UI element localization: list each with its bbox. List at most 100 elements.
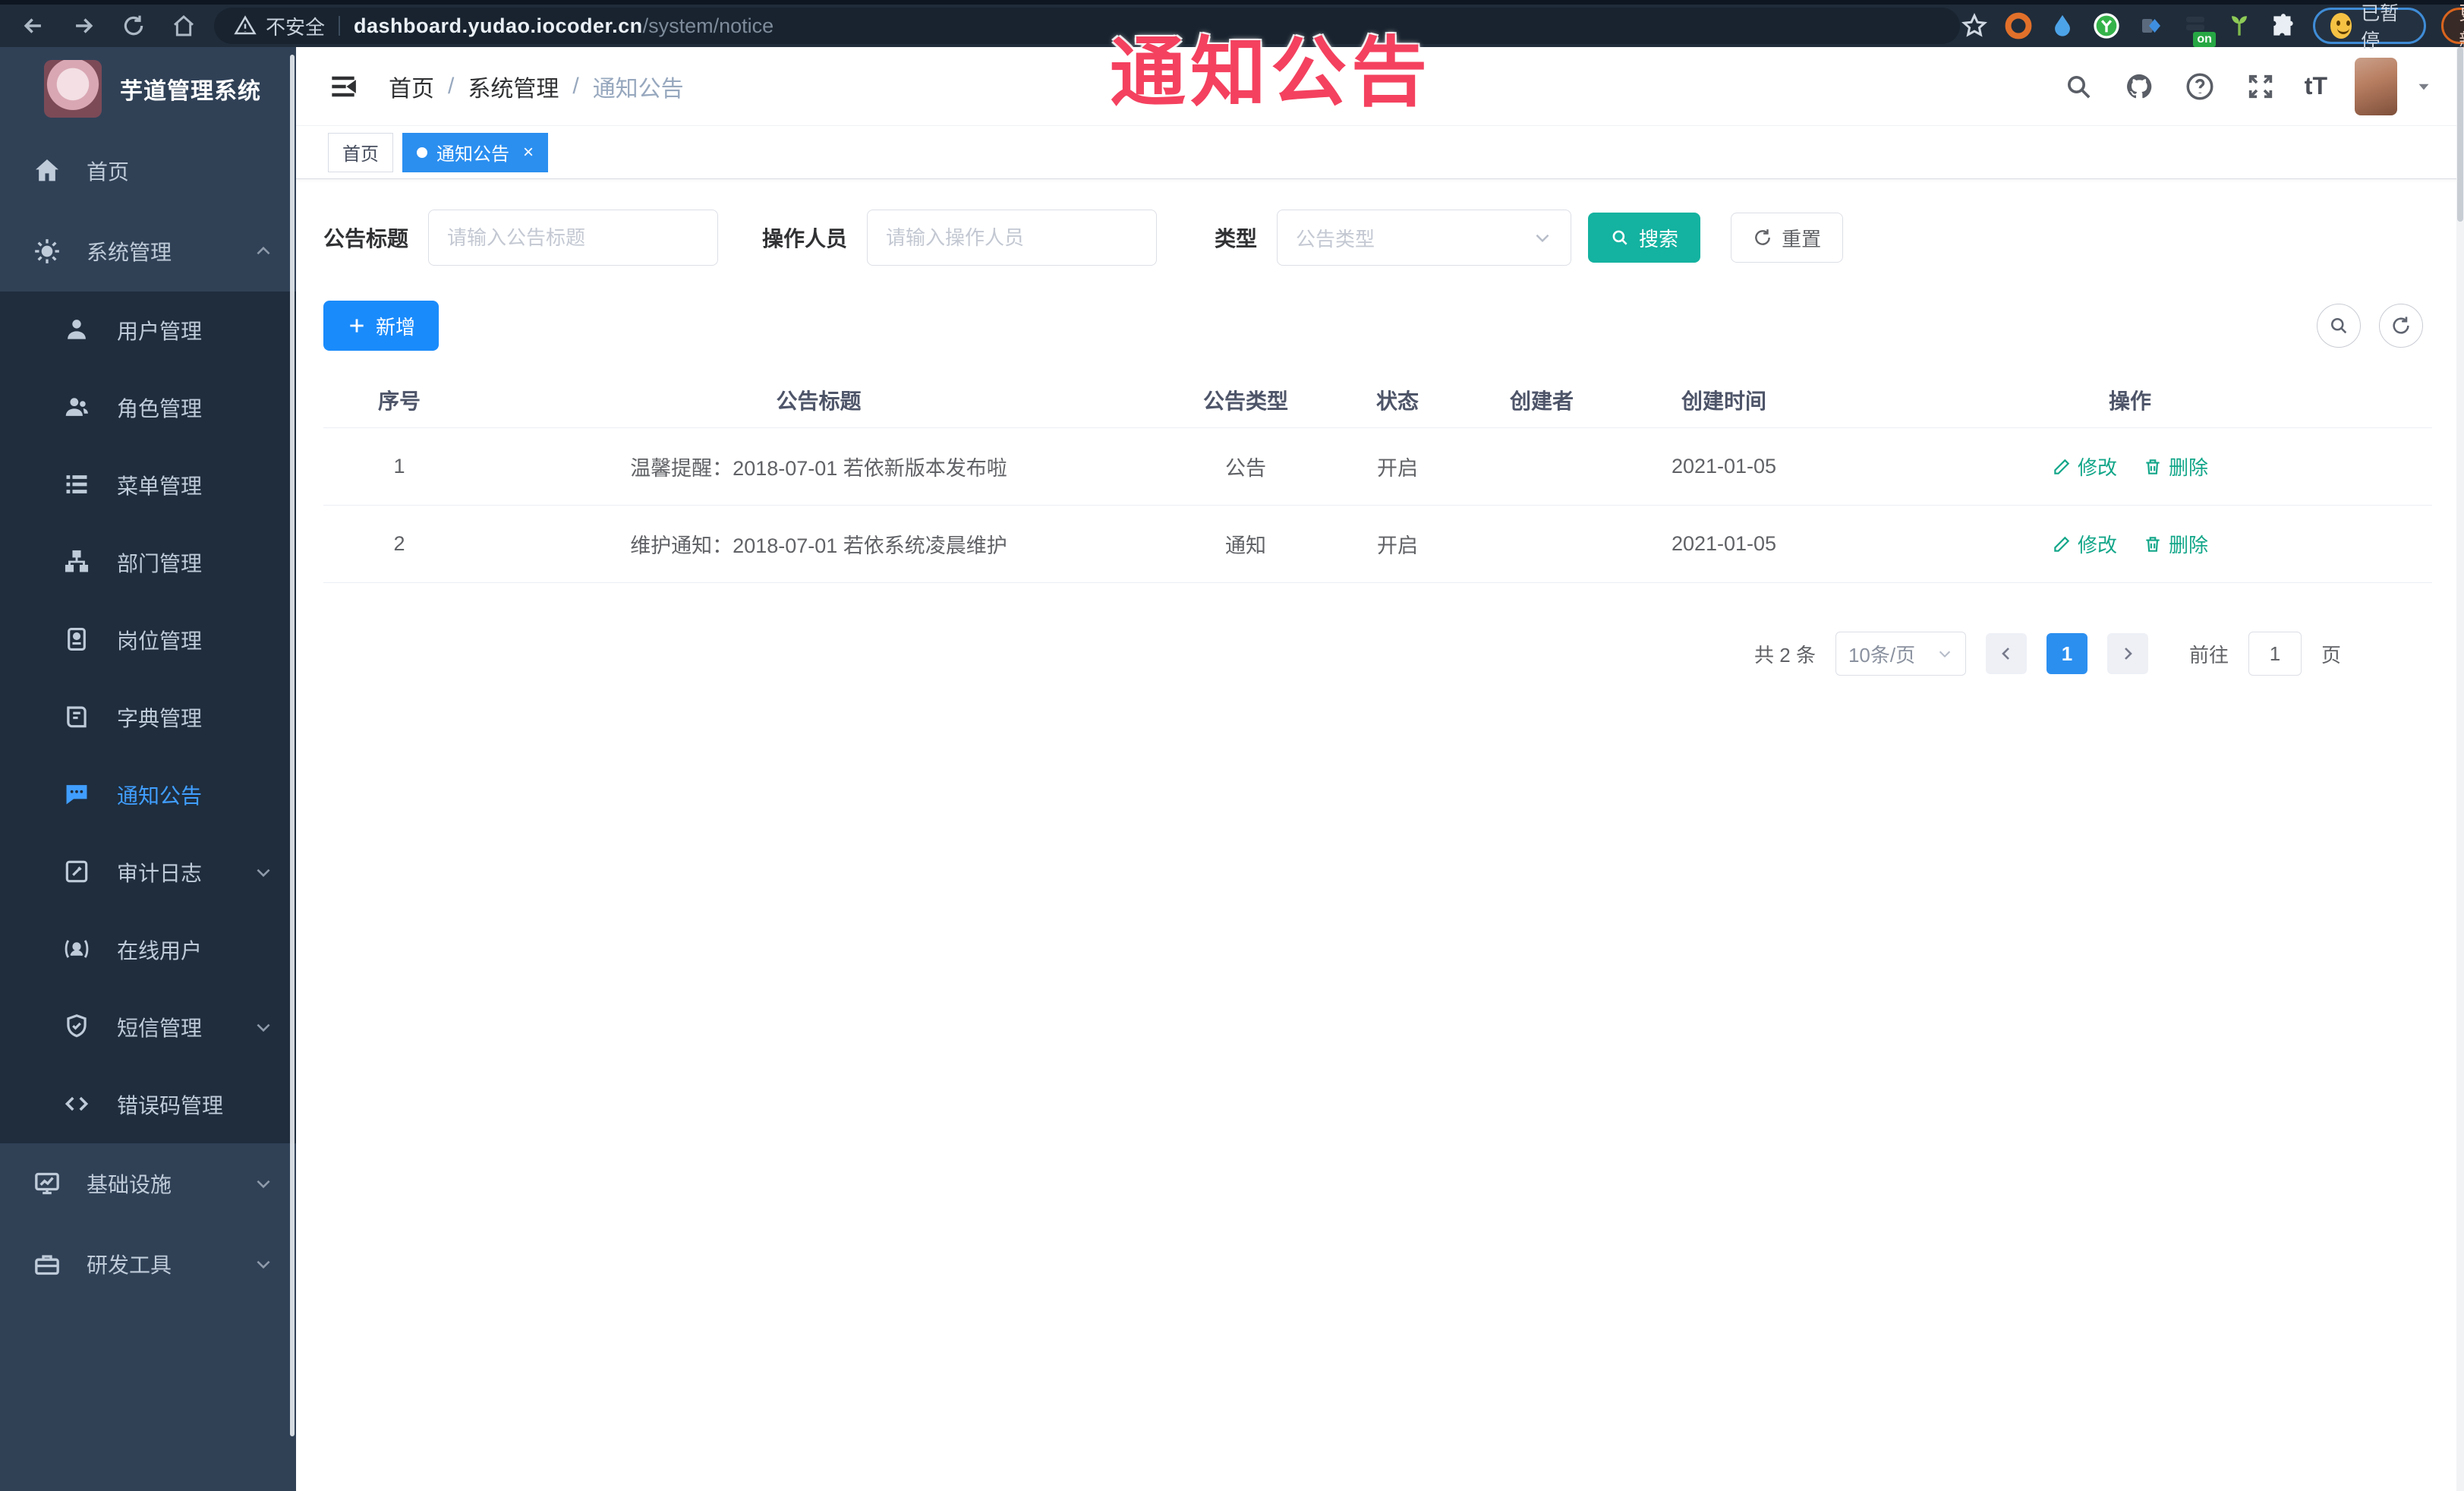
- avatar-caret-icon[interactable]: [2414, 77, 2434, 96]
- chevron-down-icon: [254, 1017, 273, 1037]
- browser-refresh-icon[interactable]: [114, 6, 153, 46]
- url-host: dashboard.yudao.iocoder.cn: [354, 14, 643, 37]
- sidebar-item-audit-log[interactable]: 审计日志: [0, 834, 296, 911]
- sidebar-item-notice[interactable]: 通知公告: [0, 756, 296, 834]
- log-icon: [62, 857, 93, 887]
- total-count: 共 2 条: [1754, 643, 1816, 667]
- browser-back-icon[interactable]: [14, 6, 53, 46]
- gear-icon: [32, 236, 62, 266]
- col-creator: 创建者: [1509, 389, 1574, 413]
- title-filter-input[interactable]: [428, 210, 719, 266]
- fullscreen-icon[interactable]: [2244, 70, 2277, 103]
- profile-paused-pill[interactable]: 已暂停: [2312, 3, 2427, 52]
- app-logo: [44, 60, 102, 118]
- extensions-puzzle-icon[interactable]: [2269, 9, 2298, 43]
- tag-home[interactable]: 首页: [328, 132, 393, 172]
- extension-icon-diamond[interactable]: [2137, 9, 2166, 43]
- main-area: 首页 / 系统管理 / 通知公告 tT 首页 通知公告 × 公告标题 请输入公告…: [296, 47, 2464, 1491]
- chevron-down-icon: [254, 862, 273, 882]
- toggle-search-button[interactable]: [2317, 304, 2361, 348]
- filter-form: 公告标题 操作人员 类型 公告类型 搜索 重置: [323, 210, 2429, 266]
- update-label: 更新: [2459, 0, 2464, 53]
- breadcrumb-system[interactable]: 系统管理: [468, 70, 559, 103]
- sidebar-item-home[interactable]: 首页: [0, 131, 296, 211]
- breadcrumb-home[interactable]: 首页: [389, 70, 434, 103]
- profile-emoji-icon: [2330, 13, 2352, 39]
- avatar[interactable]: [2355, 57, 2397, 115]
- goto-page-input[interactable]: [2248, 632, 2302, 676]
- badge-icon: [62, 625, 93, 655]
- sidebar-item-dev-tools[interactable]: 研发工具: [0, 1224, 296, 1304]
- col-ops: 操作: [2108, 389, 2151, 413]
- sidebar-scrollbar[interactable]: [290, 55, 295, 1436]
- add-button[interactable]: 新增: [323, 301, 440, 351]
- next-page-button[interactable]: [2106, 633, 2148, 674]
- extension-icon-orange[interactable]: [2004, 9, 2033, 43]
- page-unit-label: 页: [2321, 643, 2341, 667]
- font-size-icon[interactable]: tT: [2305, 72, 2327, 100]
- tags-view-bar: 首页 通知公告 ×: [296, 126, 2464, 179]
- sidebar-item-online-users[interactable]: 在线用户: [0, 911, 296, 988]
- chevron-up-icon: [254, 241, 273, 261]
- online-user-icon: [62, 935, 93, 965]
- search-button[interactable]: 搜索: [1588, 213, 1701, 263]
- extension-icon-leaf[interactable]: [2225, 9, 2254, 43]
- tag-close-icon[interactable]: ×: [523, 142, 534, 163]
- edit-link[interactable]: 修改: [2052, 530, 2117, 558]
- prev-page-button[interactable]: [1985, 633, 2027, 674]
- menu-list-icon: [62, 470, 93, 500]
- not-secure-label: 不安全: [266, 15, 326, 39]
- delete-link[interactable]: 删除: [2143, 452, 2208, 481]
- chevron-down-icon: [254, 1174, 273, 1193]
- sidebar-item-menus[interactable]: 菜单管理: [0, 446, 296, 524]
- help-icon[interactable]: [2183, 70, 2217, 103]
- type-filter-select[interactable]: 公告类型: [1277, 210, 1572, 266]
- extension-icon-green-y[interactable]: [2091, 9, 2122, 43]
- refresh-table-button[interactable]: [2379, 304, 2423, 348]
- page-content: 公告标题 操作人员 类型 公告类型 搜索 重置: [296, 179, 2464, 676]
- col-seq: 序号: [377, 389, 421, 413]
- sidebar-item-roles[interactable]: 角色管理: [0, 369, 296, 446]
- sidebar-item-posts[interactable]: 岗位管理: [0, 601, 296, 679]
- sidebar: 芋道管理系统 首页 系统管理 用户管理 角色管理 菜单管理 部门管理 岗位管理 …: [0, 47, 296, 1491]
- extension-icon-blue-drop[interactable]: [2048, 9, 2077, 43]
- app-logo-row[interactable]: 芋道管理系统: [0, 47, 296, 131]
- bookmark-star-icon[interactable]: [1960, 9, 1989, 43]
- users-icon: [62, 392, 93, 423]
- operator-filter-label: 操作人员: [762, 227, 848, 251]
- browser-home-icon[interactable]: [164, 6, 203, 46]
- user-icon: [62, 315, 93, 345]
- system-submenu: 用户管理 角色管理 菜单管理 部门管理 岗位管理 字典管理 通知公告 审计日志 …: [0, 292, 296, 1143]
- edit-link[interactable]: 修改: [2052, 452, 2117, 481]
- reset-button[interactable]: 重置: [1731, 213, 1844, 263]
- sidebar-item-error-codes[interactable]: 错误码管理: [0, 1066, 296, 1143]
- search-icon[interactable]: [2062, 70, 2095, 103]
- current-page-button[interactable]: 1: [2046, 633, 2087, 674]
- monitor-icon: [32, 1168, 62, 1199]
- annotation-overlay-text: 通知公告: [1110, 30, 1432, 115]
- sidebar-item-sms[interactable]: 短信管理: [0, 988, 296, 1066]
- page-size-select[interactable]: 10条/页: [1835, 632, 1966, 676]
- github-icon[interactable]: [2122, 70, 2156, 103]
- sidebar-item-users[interactable]: 用户管理: [0, 292, 296, 369]
- extension-icon-proxy[interactable]: on: [2181, 9, 2216, 47]
- sidebar-item-departments[interactable]: 部门管理: [0, 524, 296, 601]
- sidebar-item-system[interactable]: 系统管理: [0, 211, 296, 292]
- app-title: 芋道管理系统: [120, 79, 261, 104]
- table-header-row: 序号 公告标题 公告类型 状态 创建者 创建时间 操作: [323, 372, 2432, 428]
- home-icon: [32, 156, 62, 186]
- col-type: 公告类型: [1202, 389, 1288, 413]
- chrome-update-pill[interactable]: 更新: [2441, 3, 2464, 52]
- page-scrollbar[interactable]: [2456, 47, 2464, 1491]
- org-tree-icon: [62, 547, 93, 578]
- tag-notice[interactable]: 通知公告 ×: [402, 132, 549, 172]
- delete-link[interactable]: 删除: [2143, 530, 2208, 558]
- sidebar-item-infrastructure[interactable]: 基础设施: [0, 1143, 296, 1224]
- collapse-sidebar-icon[interactable]: [326, 70, 360, 103]
- sidebar-item-dict[interactable]: 字典管理: [0, 679, 296, 756]
- operator-filter-input[interactable]: [867, 210, 1158, 266]
- col-ctime: 创建时间: [1681, 389, 1766, 413]
- browser-forward-icon[interactable]: [64, 6, 103, 46]
- table-row: 2 维护通知：2018-07-01 若依系统凌晨维护 通知 开启 2021-01…: [323, 506, 2432, 583]
- address-bar[interactable]: 不安全 dashboard.yudao.iocoder.cn /system/n…: [214, 8, 1960, 44]
